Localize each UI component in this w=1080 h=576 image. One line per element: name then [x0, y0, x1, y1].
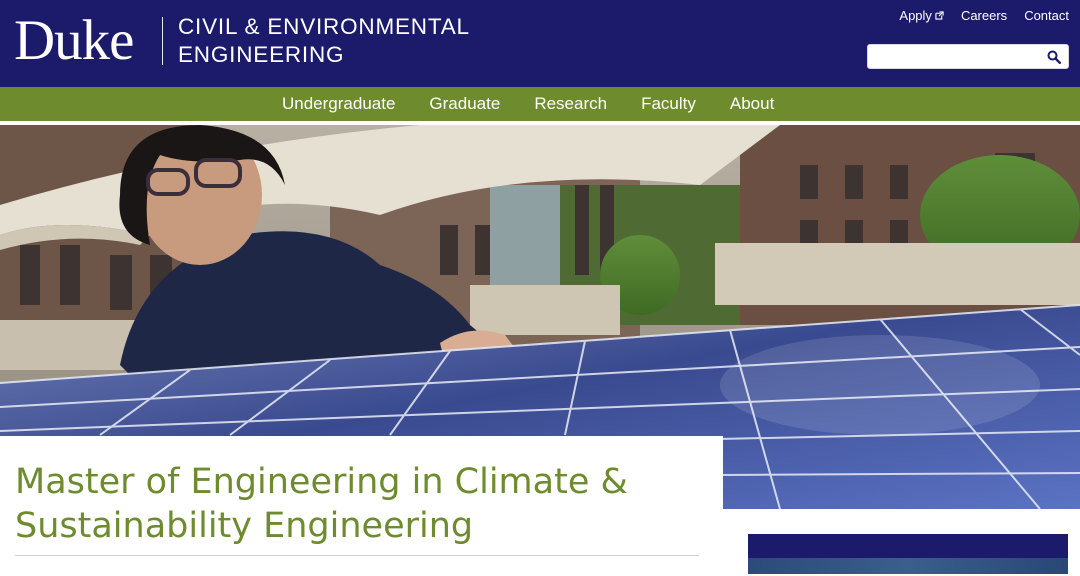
nav-item-research[interactable]: Research: [517, 87, 624, 121]
main-nav: Undergraduate Graduate Research Faculty …: [0, 87, 1080, 121]
nav-item-about[interactable]: About: [713, 87, 791, 121]
page-title: Master of Engineering in Climate & Susta…: [15, 462, 628, 546]
logo-divider: [162, 17, 163, 65]
apply-link-label: Apply: [899, 8, 932, 23]
site-header: Duke CIVIL & ENVIRONMENTAL ENGINEERING A…: [0, 0, 1080, 87]
search-icon[interactable]: [1047, 50, 1061, 64]
nav-item-faculty[interactable]: Faculty: [624, 87, 713, 121]
department-line-1: CIVIL & ENVIRONMENTAL: [178, 14, 470, 39]
title-divider: [15, 555, 699, 556]
nav-item-graduate[interactable]: Graduate: [412, 87, 517, 121]
sidebar-feature-card[interactable]: [748, 534, 1068, 574]
search-input[interactable]: [874, 45, 1048, 69]
external-link-icon: [935, 11, 944, 20]
nav-item-undergraduate[interactable]: Undergraduate: [265, 87, 412, 121]
sidebar-feature-image: [748, 558, 1068, 574]
duke-logo[interactable]: Duke: [14, 6, 134, 76]
utility-nav: Apply Careers Contact: [899, 8, 1069, 23]
apply-link[interactable]: Apply: [899, 8, 944, 23]
department-line-2: ENGINEERING: [178, 42, 345, 67]
search-box: [867, 44, 1069, 69]
department-name[interactable]: CIVIL & ENVIRONMENTAL ENGINEERING: [178, 13, 470, 69]
careers-link[interactable]: Careers: [961, 8, 1007, 23]
contact-link[interactable]: Contact: [1024, 8, 1069, 23]
